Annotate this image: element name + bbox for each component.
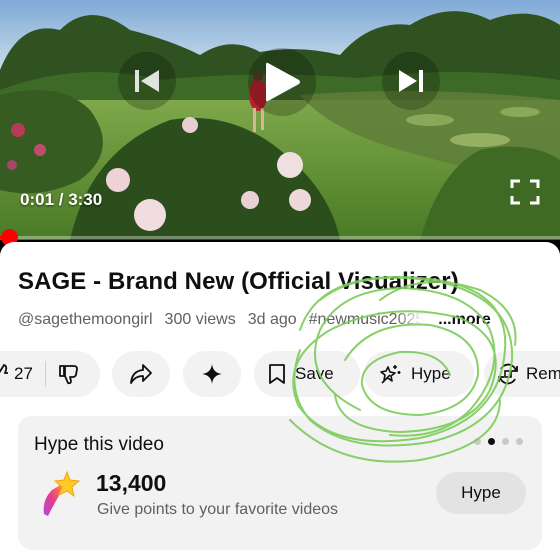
page-indicator [474, 438, 523, 445]
more-link[interactable]: ...more [438, 311, 490, 329]
upload-age: 3d ago [247, 311, 297, 328]
hype-subtitle: Give points to your favorite videos [97, 501, 339, 518]
pill-divider [44, 361, 46, 387]
video-player[interactable]: 0:01 / 3:30 [0, 0, 560, 240]
skip-previous-icon [135, 70, 159, 92]
page-dot-active [488, 438, 495, 445]
play-icon [266, 62, 300, 102]
ask-ai-button[interactable] [183, 351, 241, 397]
page-dot [474, 438, 481, 445]
time-display: 0:01 / 3:30 [20, 190, 103, 209]
like-dislike-pill[interactable]: 27 [0, 351, 100, 397]
share-icon [130, 364, 152, 384]
action-bar: 27 Save Hype Rem [0, 351, 560, 397]
share-button[interactable] [112, 351, 170, 397]
like-count: 27 [14, 364, 33, 383]
video-metadata[interactable]: @sagethemoongirl 300 views 3d ago #newmu… [18, 311, 503, 329]
page-dot [516, 438, 523, 445]
fullscreen-icon[interactable] [510, 179, 540, 205]
hype-button[interactable]: Hype [436, 472, 526, 514]
thumbs-up-icon[interactable] [0, 364, 8, 384]
video-details-sheet: SAGE - Brand New (Official Visualizer) @… [0, 242, 560, 560]
hashtag-link[interactable]: #newmusic2025 [309, 311, 425, 329]
bookmark-icon [269, 364, 285, 384]
play-button[interactable] [248, 48, 316, 116]
sparkle-icon [202, 364, 222, 384]
hype-card-title: Hype this video [34, 434, 164, 455]
remix-button[interactable]: Remix [484, 351, 560, 397]
video-title[interactable]: SAGE - Brand New (Official Visualizer) [18, 268, 459, 296]
hype-label: Hype [411, 364, 451, 383]
previous-button[interactable] [118, 52, 176, 110]
hype-card: Hype this video 13,400 Give points to yo… [18, 416, 542, 550]
hype-icon [380, 365, 401, 384]
channel-handle[interactable]: @sagethemoongirl [18, 311, 153, 329]
hype-action-button[interactable]: Hype [364, 351, 474, 397]
next-button[interactable] [382, 52, 440, 110]
thumbs-down-icon[interactable] [58, 363, 80, 385]
save-button[interactable]: Save [254, 351, 360, 397]
remix-label: Remix [526, 364, 560, 383]
page-dot [502, 438, 509, 445]
remix-icon [498, 363, 518, 385]
view-count: 300 views [164, 311, 236, 328]
skip-next-icon [399, 70, 423, 92]
progress-bar[interactable] [0, 236, 560, 239]
save-label: Save [295, 364, 334, 383]
hype-points: 13,400 [96, 470, 167, 496]
shooting-star-icon [43, 470, 81, 516]
